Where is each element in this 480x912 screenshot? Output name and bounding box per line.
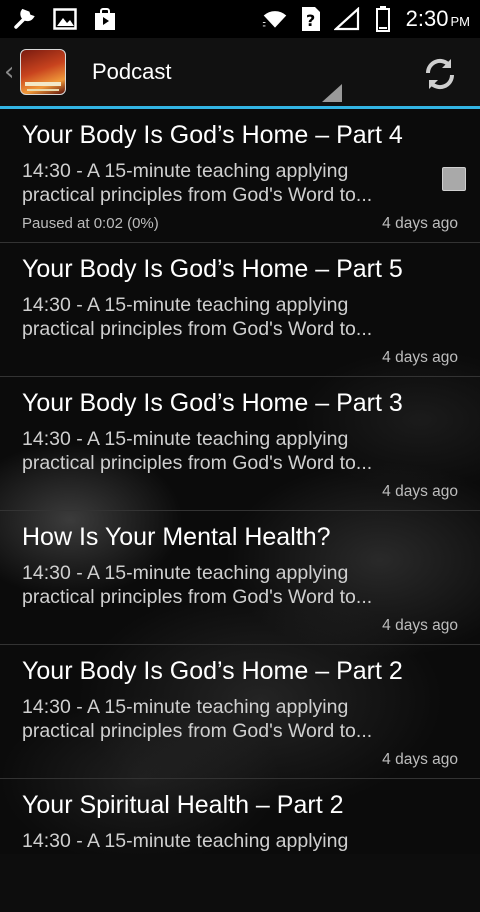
episode-desc-line: 14:30 - A 15-minute teaching applying: [22, 294, 349, 316]
episode-title: Your Body Is God’s Home – Part 2: [22, 657, 403, 685]
episode-title: Your Body Is God’s Home – Part 4: [22, 121, 403, 149]
episode-age: 4 days ago: [382, 349, 458, 366]
logo-band-2: [27, 89, 59, 91]
episode-description: 14:30 - A 15-minute teaching applying pr…: [22, 293, 412, 341]
wifi-icon: [262, 6, 288, 32]
sim-unknown-icon: ?: [298, 6, 324, 32]
episode-desc-line: practical principles from God's Word to.…: [22, 586, 373, 608]
episode-desc-line: practical principles from God's Word to.…: [22, 318, 373, 340]
clock-time: 2:30: [405, 6, 449, 31]
episode-description: 14:30 - A 15-minute teaching applying pr…: [22, 159, 412, 207]
episode-age: 4 days ago: [382, 617, 458, 634]
episode-desc-line: 14:30 - A 15-minute teaching applying: [22, 696, 349, 718]
wrench-icon: [12, 6, 38, 32]
clock-ampm: PM: [450, 14, 471, 29]
list-item[interactable]: Your Body Is God’s Home – Part 2 14:30 -…: [0, 645, 480, 779]
episode-status: Paused at 0:02 (0%): [22, 215, 159, 232]
list-item[interactable]: Your Body Is God’s Home – Part 4 14:30 -…: [0, 109, 480, 243]
episode-desc-line: 14:30 - A 15-minute teaching applying: [22, 830, 349, 852]
list-item[interactable]: Your Body Is God’s Home – Part 5 14:30 -…: [0, 243, 480, 377]
status-clock: 2:30 PM: [406, 6, 470, 32]
episode-title: Your Body Is God’s Home – Part 5: [22, 255, 403, 283]
list-item[interactable]: Your Body Is God’s Home – Part 3 14:30 -…: [0, 377, 480, 511]
episode-title: Your Body Is God’s Home – Part 3: [22, 389, 403, 417]
action-bar: ‹ Podcast: [0, 38, 480, 106]
episode-description: 14:30 - A 15-minute teaching applying pr…: [22, 561, 412, 609]
episode-description: 14:30 - A 15-minute teaching applying pr…: [22, 695, 412, 743]
refresh-icon[interactable]: [422, 56, 458, 92]
episode-desc-line: practical principles from God's Word to.…: [22, 720, 373, 742]
episode-desc-line: 14:30 - A 15-minute teaching applying: [22, 428, 349, 450]
list-item[interactable]: Your Spiritual Health – Part 2 14:30 - A…: [0, 779, 480, 912]
battery-icon: [370, 6, 396, 32]
up-caret-icon[interactable]: ‹: [4, 57, 18, 87]
image-icon: [52, 6, 78, 32]
page-title[interactable]: Podcast: [92, 59, 172, 85]
status-bar: ? 2:30 PM: [0, 0, 480, 38]
list-item[interactable]: How Is Your Mental Health? 14:30 - A 15-…: [0, 511, 480, 645]
episode-list: Your Body Is God’s Home – Part 4 14:30 -…: [0, 109, 480, 912]
signal-icon: [333, 6, 360, 32]
episode-age: 4 days ago: [382, 751, 458, 768]
app-logo-icon[interactable]: [20, 49, 66, 95]
episode-checkbox[interactable]: [442, 167, 466, 191]
spinner-indicator-icon[interactable]: [322, 84, 342, 102]
svg-text:?: ?: [306, 11, 315, 30]
episode-desc-line: practical principles from God's Word to.…: [22, 452, 373, 474]
shopping-bag-icon: [92, 6, 118, 32]
episode-description: 14:30 - A 15-minute teaching applying: [22, 829, 412, 853]
episode-age: 4 days ago: [382, 483, 458, 500]
logo-band: [25, 82, 61, 86]
episode-title: How Is Your Mental Health?: [22, 523, 331, 551]
episode-title: Your Spiritual Health – Part 2: [22, 791, 344, 819]
episode-desc-line: practical principles from God's Word to.…: [22, 184, 373, 206]
episode-age: 4 days ago: [382, 215, 458, 232]
episode-desc-line: 14:30 - A 15-minute teaching applying: [22, 160, 349, 182]
episode-description: 14:30 - A 15-minute teaching applying pr…: [22, 427, 412, 475]
episode-desc-line: 14:30 - A 15-minute teaching applying: [22, 562, 349, 584]
